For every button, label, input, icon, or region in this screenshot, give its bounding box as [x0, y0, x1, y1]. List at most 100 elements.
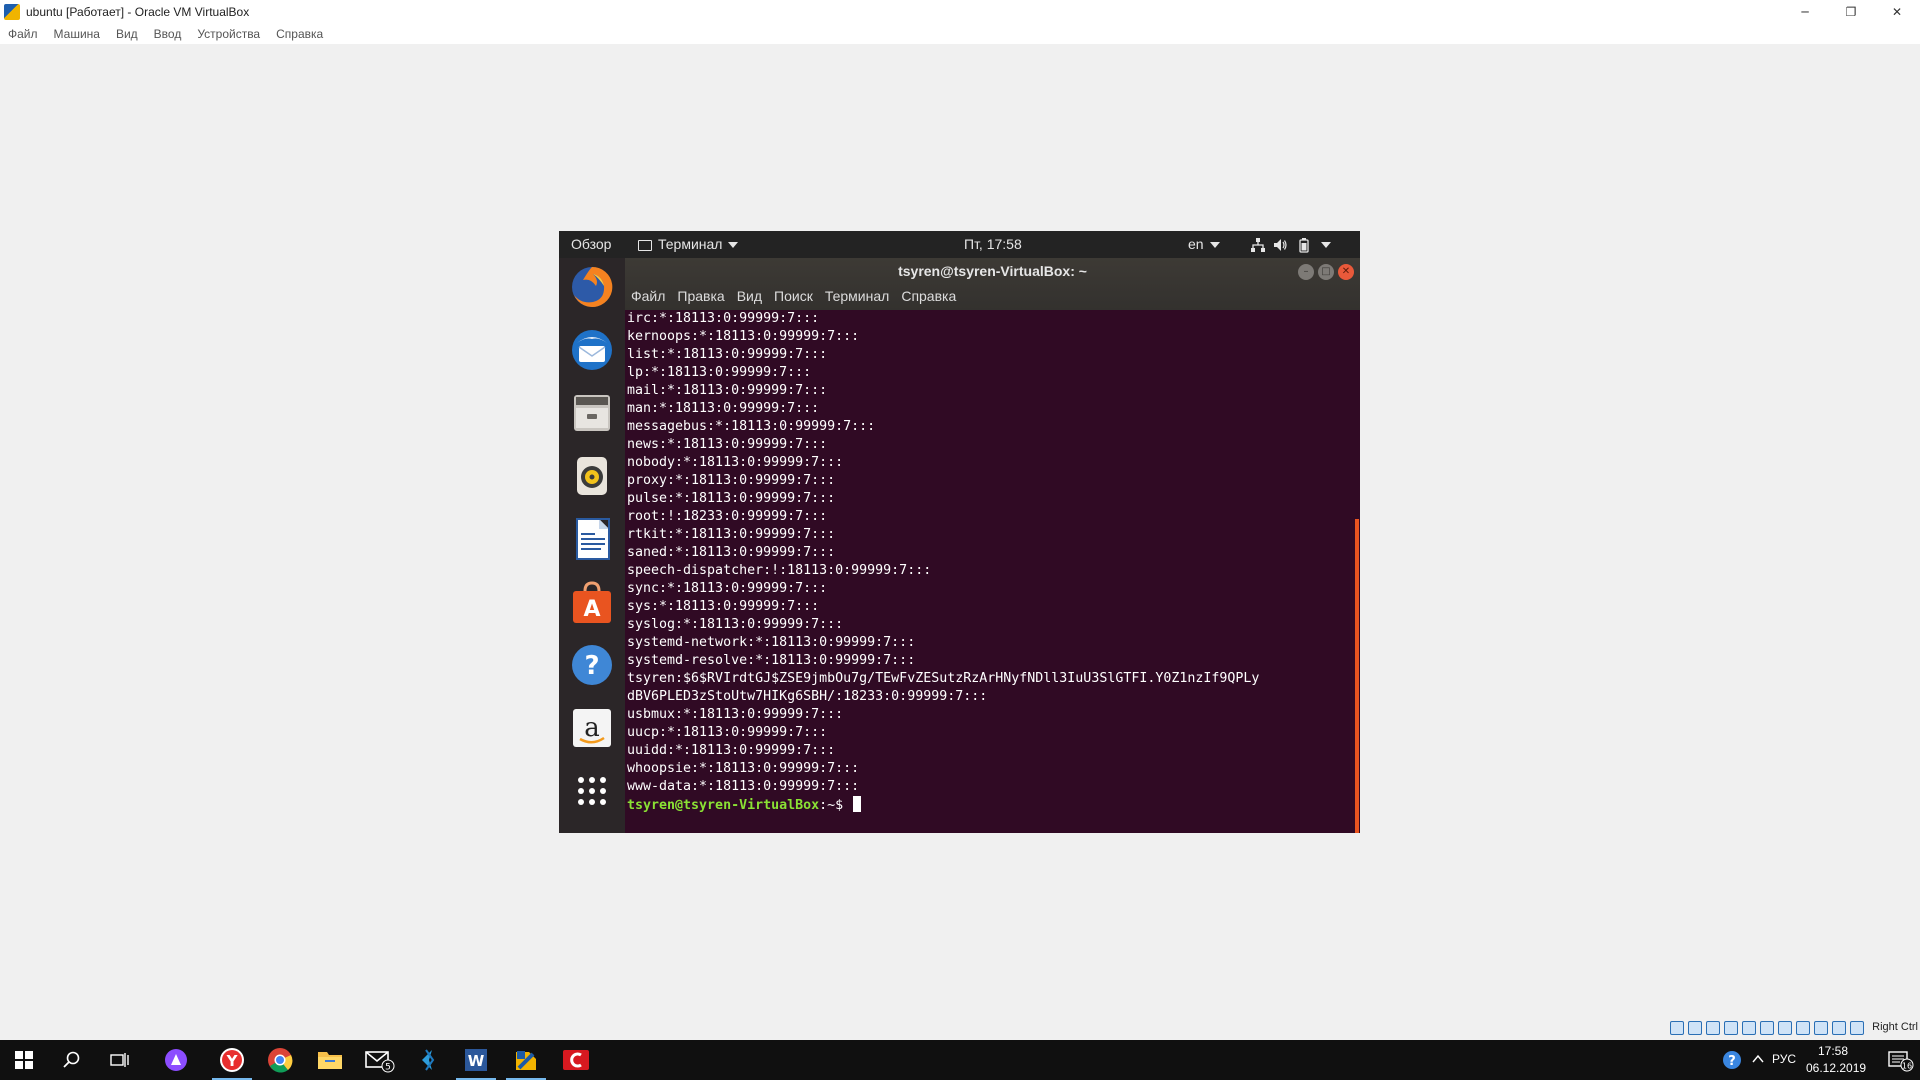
usb-icon[interactable] — [1742, 1021, 1756, 1035]
optical-drive-icon[interactable] — [1688, 1021, 1702, 1035]
chevron-down-icon — [728, 242, 739, 249]
terminal-maximize-button[interactable]: □ — [1318, 264, 1334, 280]
tray-date[interactable]: 06.12.2019 — [1806, 1061, 1866, 1075]
terminal-scrollbar[interactable] — [1355, 519, 1359, 833]
terminal-menu-view[interactable]: Вид — [737, 288, 762, 304]
terminal-minimize-button[interactable]: – — [1298, 264, 1314, 280]
restore-button[interactable]: ❐ — [1828, 0, 1874, 24]
vb-menu-file[interactable]: Файл — [8, 27, 38, 41]
terminal-menu-terminal[interactable]: Терминал — [825, 288, 889, 304]
virtualbox-titlebar: ubuntu [Работает] - Oracle VM VirtualBox… — [0, 0, 1920, 24]
dock-files[interactable] — [567, 388, 617, 438]
terminal-line: sync:*:18113:0:99999:7::: — [627, 581, 828, 596]
dock-rhythmbox[interactable] — [567, 451, 617, 501]
amazon-icon: a — [573, 709, 611, 747]
audio-icon[interactable] — [1706, 1021, 1720, 1035]
activities-button[interactable]: Обзор — [571, 231, 611, 258]
display-icon[interactable] — [1778, 1021, 1792, 1035]
taskbar-chrome[interactable] — [256, 1040, 304, 1080]
mouse-integration-icon[interactable] — [1832, 1021, 1846, 1035]
taskbar-yandex-browser[interactable]: Y — [208, 1040, 256, 1080]
taskbar-cisco[interactable] — [552, 1040, 600, 1080]
window-controls: ─ ❐ ✕ — [1782, 0, 1920, 24]
dock-ubuntu-software[interactable]: A — [567, 577, 617, 627]
vb-menu-devices[interactable]: Устройства — [197, 27, 260, 41]
libreoffice-writer-icon — [576, 518, 610, 560]
taskbar-vscode[interactable] — [404, 1040, 452, 1080]
terminal-app-icon — [638, 239, 652, 251]
taskbar-file-explorer[interactable] — [306, 1040, 354, 1080]
terminal-window[interactable]: tsyren@tsyren-VirtualBox: ~ – □ ✕ Файл П… — [625, 258, 1360, 833]
vb-menu-help[interactable]: Справка — [276, 27, 323, 41]
taskbar-word[interactable]: W — [452, 1040, 500, 1080]
dock-writer[interactable] — [567, 514, 617, 564]
chevron-up-icon[interactable] — [1752, 1054, 1764, 1064]
terminal-menu-file[interactable]: Файл — [631, 288, 665, 304]
cpu-icon[interactable] — [1814, 1021, 1828, 1035]
notifications-icon[interactable]: 16 — [1888, 1050, 1914, 1072]
app-menu-label: Терминал — [658, 236, 723, 252]
terminal-close-button[interactable]: ✕ — [1338, 264, 1354, 280]
terminal-line: nobody:*:18113:0:99999:7::: — [627, 455, 844, 470]
ubuntu-software-icon: A — [573, 581, 611, 623]
terminal-line: speech-dispatcher:!:18113:0:99999:7::: — [627, 563, 932, 578]
system-menu-button[interactable] — [1315, 231, 1331, 258]
search-button[interactable] — [48, 1040, 96, 1080]
ubuntu-dock: A ? a — [559, 258, 625, 833]
terminal-line: news:*:18113:0:99999:7::: — [627, 437, 828, 452]
terminal-line: man:*:18113:0:99999:7::: — [627, 401, 820, 416]
app-menu[interactable]: Терминал — [638, 231, 739, 258]
start-button[interactable] — [0, 1040, 48, 1080]
terminal-line: systemd-network:*:18113:0:99999:7::: — [627, 635, 916, 650]
dock-help[interactable]: ? — [567, 640, 617, 690]
dock-show-apps[interactable] — [567, 766, 617, 816]
terminal-output[interactable]: irc:*:18113:0:99999:7::: kernoops:*:1811… — [625, 310, 1360, 833]
input-language[interactable]: РУС — [1772, 1052, 1796, 1066]
virtualbox-app-icon — [4, 4, 20, 20]
network-adapter-icon[interactable] — [1724, 1021, 1738, 1035]
text-cursor — [853, 796, 862, 812]
clock[interactable]: Пт, 17:58 — [964, 231, 1022, 258]
taskbar-alice[interactable] — [152, 1040, 200, 1080]
shared-folders-icon[interactable] — [1760, 1021, 1774, 1035]
network-icon[interactable] — [1250, 237, 1266, 253]
taskbar-mail[interactable]: 5 — [356, 1040, 404, 1080]
terminal-line: kernoops:*:18113:0:99999:7::: — [627, 329, 860, 344]
volume-icon[interactable] — [1272, 237, 1288, 253]
search-icon — [63, 1051, 80, 1068]
terminal-line: mail:*:18113:0:99999:7::: — [627, 383, 828, 398]
dock-firefox[interactable] — [567, 262, 617, 312]
vb-menu-view[interactable]: Вид — [116, 27, 138, 41]
help-tray-icon[interactable]: ? — [1722, 1050, 1742, 1070]
dock-amazon[interactable]: a — [567, 703, 617, 753]
svg-text:W: W — [468, 1052, 485, 1070]
vm-device-indicators — [1670, 1021, 1864, 1035]
terminal-line: uucp:*:18113:0:99999:7::: — [627, 725, 828, 740]
firefox-icon — [572, 266, 613, 307]
tray-time[interactable]: 17:58 — [1818, 1044, 1848, 1058]
minimize-button[interactable]: ─ — [1782, 0, 1828, 24]
terminal-title: tsyren@tsyren-VirtualBox: ~ — [898, 263, 1087, 279]
task-view-icon — [110, 1053, 129, 1067]
battery-icon[interactable] — [1296, 237, 1312, 253]
terminal-line: lp:*:18113:0:99999:7::: — [627, 365, 812, 380]
svg-text:Y: Y — [226, 1052, 239, 1070]
video-capture-icon[interactable] — [1796, 1021, 1810, 1035]
yandex-browser-icon: Y — [220, 1048, 244, 1072]
vb-menu-machine[interactable]: Машина — [54, 27, 100, 41]
close-button[interactable]: ✕ — [1874, 0, 1920, 24]
task-view-button[interactable] — [96, 1040, 144, 1080]
terminal-menu-edit[interactable]: Правка — [677, 288, 724, 304]
terminal-menu-help[interactable]: Справка — [901, 288, 956, 304]
dock-thunderbird[interactable] — [567, 325, 617, 375]
terminal-prompt-line[interactable]: tsyren@tsyren-VirtualBox:~$ — [627, 796, 1360, 814]
keyboard-layout-indicator[interactable]: en — [1188, 231, 1220, 258]
keyboard-capture-icon[interactable] — [1850, 1021, 1864, 1035]
taskbar-virtualbox[interactable] — [502, 1040, 550, 1080]
guest-screen[interactable]: Обзор Терминал Пт, 17:58 en A ? a tsyren… — [559, 231, 1360, 833]
terminal-menu-search[interactable]: Поиск — [774, 288, 813, 304]
vb-menu-input[interactable]: Ввод — [154, 27, 182, 41]
hard-disk-icon[interactable] — [1670, 1021, 1684, 1035]
rhythmbox-icon — [577, 457, 607, 495]
chevron-down-icon — [1321, 242, 1331, 249]
